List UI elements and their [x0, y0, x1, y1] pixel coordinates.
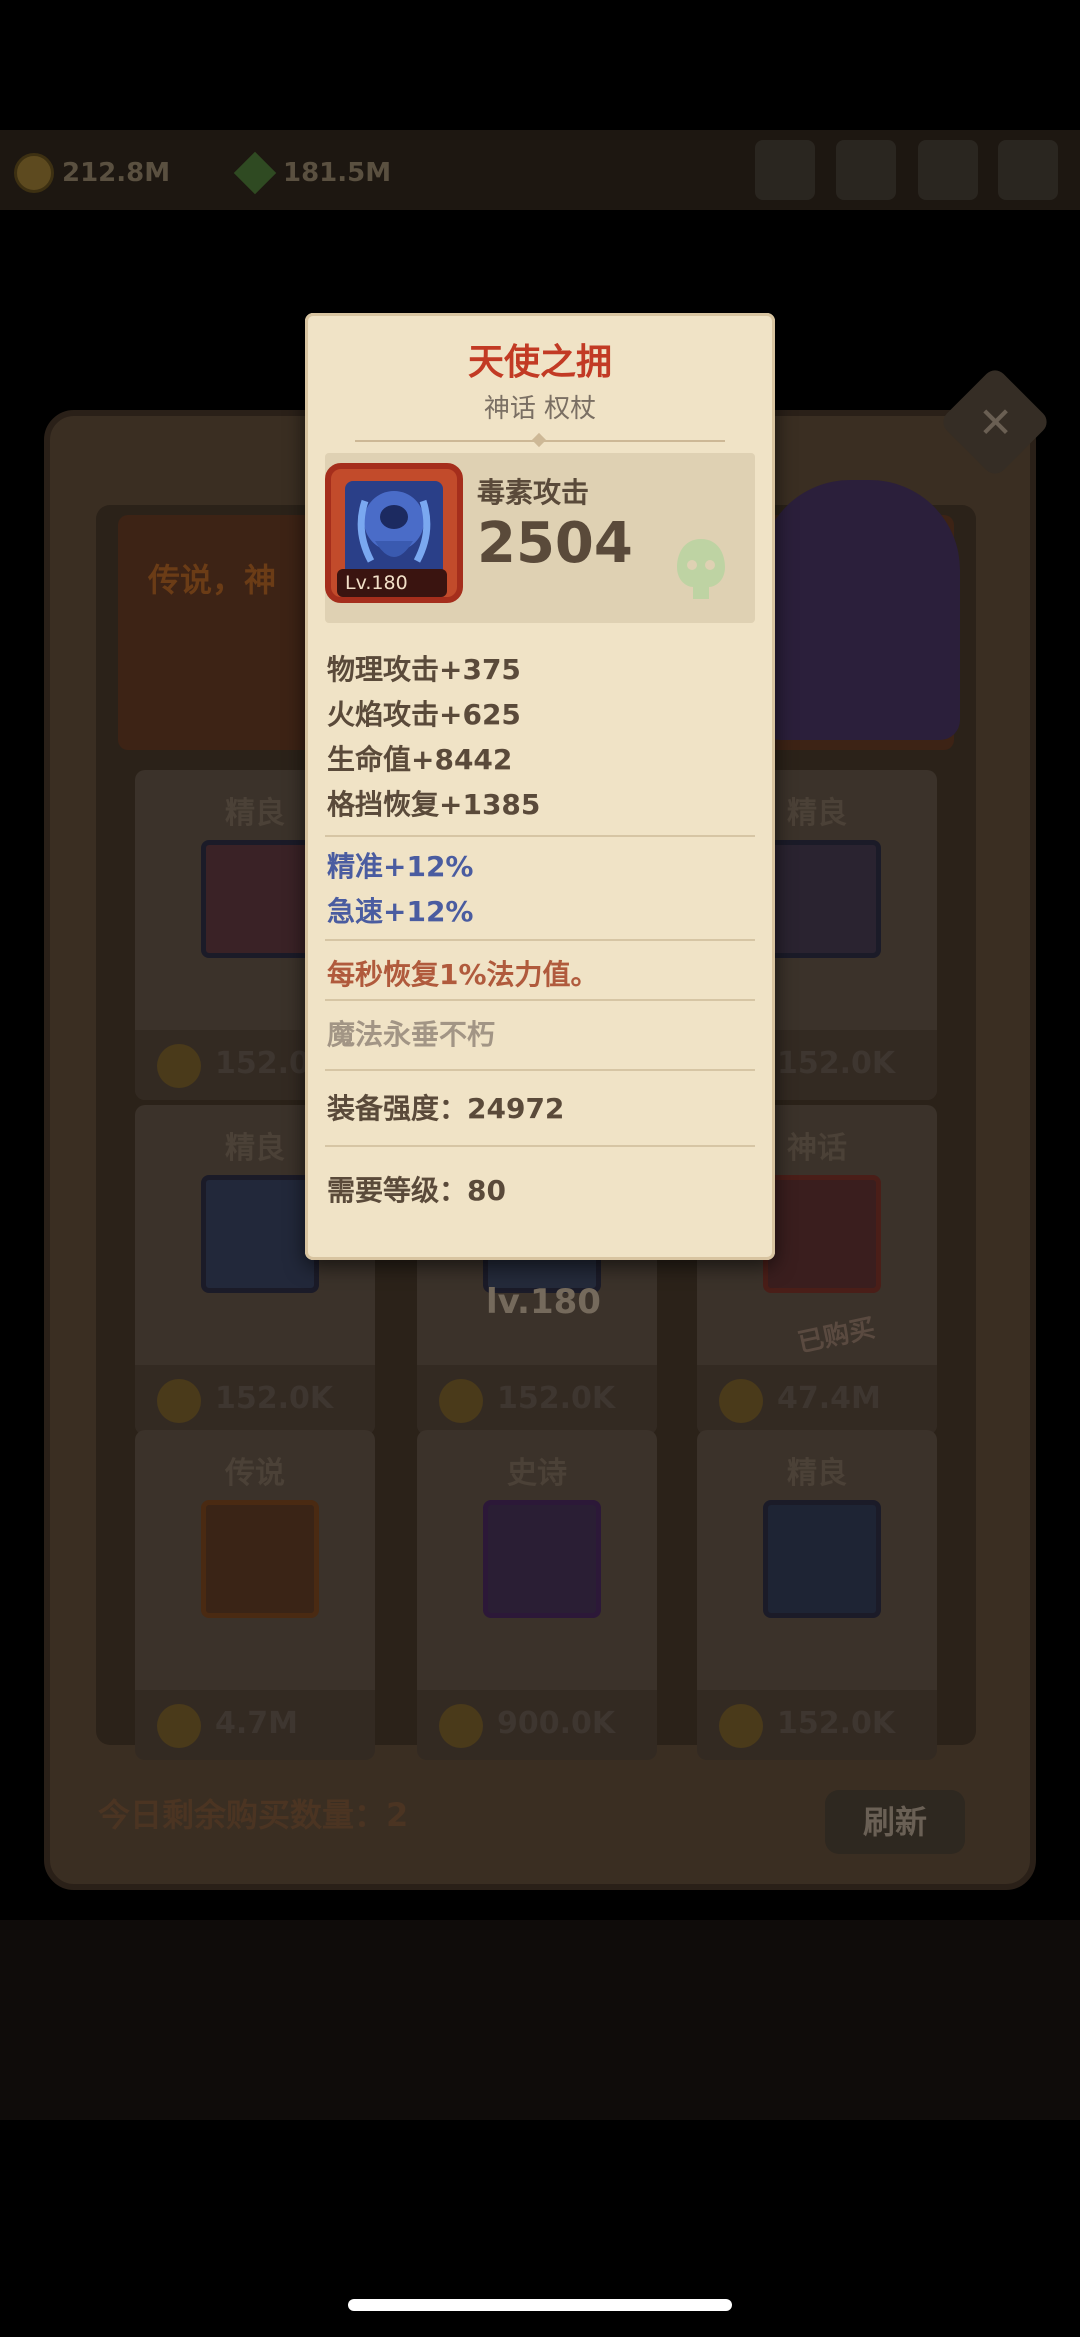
card-price: 4.7M	[135, 1690, 375, 1760]
merchant-character	[760, 480, 960, 740]
price-value: 900.0K	[497, 1706, 616, 1741]
coin-icon	[157, 1044, 201, 1088]
card-rarity: 精良	[787, 1456, 847, 1491]
item-name: 天使之拥	[467, 342, 612, 383]
main-stat-label: 毒素攻击	[477, 476, 590, 509]
divider	[325, 939, 755, 941]
stat-accuracy: 精准+12%	[327, 850, 474, 883]
banner-text: 传说，神	[148, 561, 277, 599]
poison-icon	[677, 539, 725, 599]
special-effect: 每秒恢复1%法力值。	[327, 958, 599, 991]
close-icon: ✕	[978, 398, 1014, 447]
home-indicator[interactable]	[348, 2299, 732, 2311]
item-icon	[483, 1500, 601, 1618]
price-value: 47.4M	[777, 1381, 881, 1416]
remaining-purchases: 今日剩余购买数量：2	[98, 1796, 409, 1834]
stat-haste: 急速+12%	[327, 895, 474, 928]
gem-icon	[233, 151, 277, 195]
coin-icon	[439, 1704, 483, 1748]
item-tooltip: 天使之拥 神话 权杖 Lv.180 毒素攻击 2504 物理攻击+375 火焰攻…	[305, 313, 775, 1260]
price-value: 152.0K	[777, 1706, 896, 1741]
settings-icon[interactable]	[998, 140, 1058, 200]
scepter-icon	[345, 481, 443, 577]
shop-card[interactable]: 精良 152.0K	[697, 1430, 937, 1760]
item-icon	[201, 840, 319, 958]
card-rarity: 史诗	[507, 1456, 567, 1491]
card-rarity: 传说	[225, 1456, 285, 1491]
item-icon	[201, 1500, 319, 1618]
gold-currency: 212.8M	[14, 150, 170, 196]
flavor-text: 魔法永垂不朽	[327, 1018, 496, 1051]
main-stat-value: 2504	[477, 511, 633, 576]
item-icon	[201, 1175, 319, 1293]
gold-coin-icon	[14, 153, 54, 193]
shop-card[interactable]: 传说 4.7M	[135, 1430, 375, 1760]
divider-ornament	[531, 432, 547, 448]
card-price: 900.0K	[417, 1690, 657, 1760]
gem-currency: 181.5M	[233, 150, 392, 196]
price-value: 4.7M	[215, 1706, 298, 1741]
coin-icon	[157, 1704, 201, 1748]
item-icon	[763, 1500, 881, 1618]
required-level: 需要等级：80	[327, 1174, 506, 1207]
card-level-label: lv.180	[486, 1282, 601, 1322]
gear-score: 装备强度：24972	[327, 1092, 565, 1125]
price-value: 152.0K	[497, 1381, 616, 1416]
stat-block-recovery: 格挡恢复+1385	[327, 788, 541, 821]
coin-icon	[157, 1379, 201, 1423]
event-icon[interactable]	[755, 140, 815, 200]
card-price: 152.0K	[417, 1365, 657, 1435]
stat-hp: 生命值+8442	[327, 743, 513, 776]
coin-icon	[439, 1379, 483, 1423]
divider	[325, 1145, 755, 1147]
divider	[325, 1069, 755, 1071]
coin-icon	[719, 1379, 763, 1423]
stat-physical-attack: 物理攻击+375	[327, 653, 521, 686]
refresh-button[interactable]: 刷新	[825, 1790, 965, 1854]
gem-amount: 181.5M	[283, 158, 392, 188]
bottom-strip	[0, 1920, 1080, 2120]
bought-stamp: 已购买	[795, 1313, 878, 1359]
gold-amount: 212.8M	[62, 158, 171, 188]
divider	[325, 835, 755, 837]
shop-icon[interactable]	[836, 140, 896, 200]
item-type: 神话 权杖	[483, 394, 597, 424]
price-value: 152.0K	[215, 1381, 334, 1416]
item-icon	[763, 1175, 881, 1293]
card-price: 47.4M	[697, 1365, 937, 1435]
mail-icon[interactable]	[918, 140, 978, 200]
item-level-badge: Lv.180	[337, 569, 447, 597]
stat-fire-attack: 火焰攻击+625	[327, 698, 521, 731]
coin-icon	[719, 1704, 763, 1748]
card-price: 152.0K	[697, 1690, 937, 1760]
card-price: 152.0K	[135, 1365, 375, 1435]
shop-card[interactable]: 史诗 900.0K	[417, 1430, 657, 1760]
price-value: 152.0K	[777, 1046, 896, 1081]
divider	[325, 999, 755, 1001]
item-frame: Lv.180	[325, 463, 463, 603]
item-icon	[763, 840, 881, 958]
